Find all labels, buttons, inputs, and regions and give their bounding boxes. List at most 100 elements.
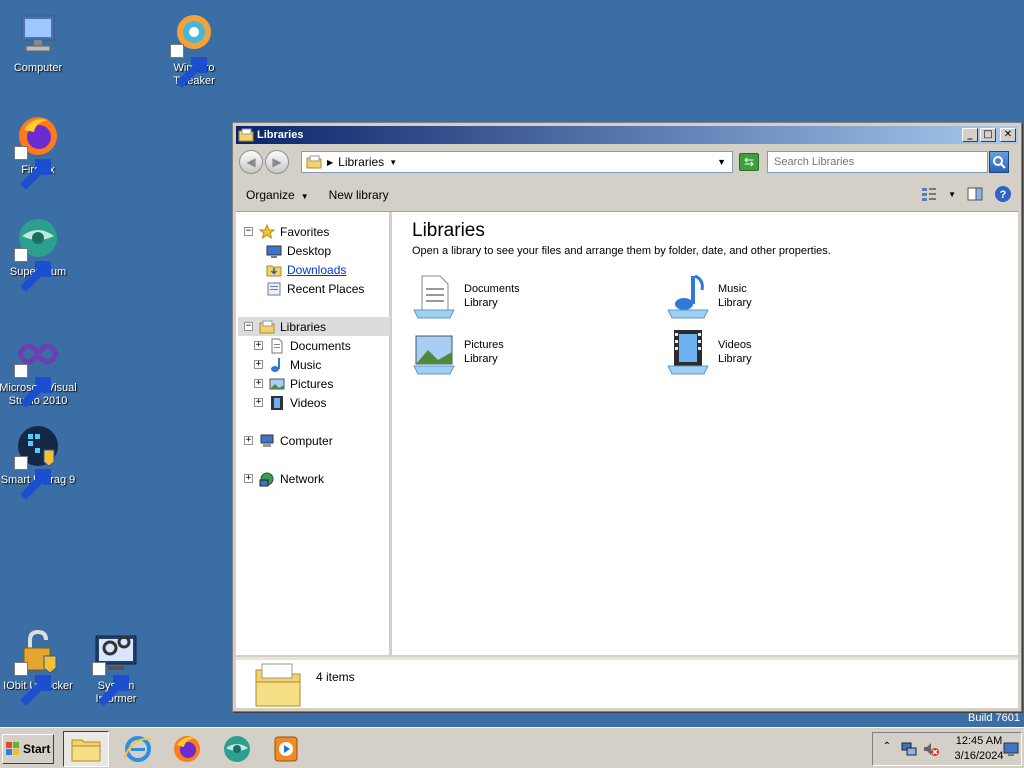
expand-icon[interactable]: + [244, 474, 253, 483]
shortcut-arrow-icon [14, 364, 51, 408]
supermium-icon [14, 214, 62, 292]
taskbar-firefox[interactable] [164, 731, 210, 767]
documents-library-icon [410, 272, 458, 320]
address-dropdown-icon[interactable]: ▼ [717, 157, 726, 167]
desktop-icon-supermium[interactable]: Supermium [0, 214, 78, 292]
desktop-icon-iobit-unlocker[interactable]: IObit Unlocker [0, 628, 78, 706]
item-count: 4 items [316, 670, 355, 684]
library-pictures[interactable]: Pictures Library [410, 328, 504, 376]
expand-icon[interactable]: + [254, 379, 263, 388]
music-note-icon [269, 357, 285, 373]
internet-explorer-icon [124, 736, 152, 762]
search-button[interactable] [989, 151, 1009, 173]
expand-icon[interactable]: + [254, 398, 263, 407]
nav-computer[interactable]: + Computer [244, 431, 333, 450]
nav-music[interactable]: + Music [254, 355, 321, 374]
pictures-library-icon [410, 328, 458, 376]
back-button[interactable]: ◀ [239, 150, 263, 174]
pictures-icon [269, 376, 285, 392]
expand-icon[interactable]: + [244, 436, 253, 445]
nav-recent-places[interactable]: Recent Places [266, 279, 364, 298]
show-desktop-icon[interactable] [1003, 741, 1019, 757]
taskbar-internet-explorer[interactable] [115, 731, 161, 767]
volume-muted-icon[interactable] [923, 741, 939, 757]
minimize-button[interactable]: _ [962, 128, 978, 142]
nav-desktop[interactable]: Downloads Desktop [266, 241, 331, 260]
library-documents[interactable]: Documents Library [410, 272, 520, 320]
forward-button[interactable]: ▶ [265, 150, 289, 174]
network-status-icon[interactable] [901, 741, 917, 757]
nav-network-label: Network [280, 471, 325, 486]
nav-pictures[interactable]: + Pictures [254, 374, 333, 393]
view-options-chevron-icon[interactable]: ▼ [948, 190, 956, 199]
organize-button[interactable]: Organize ▼ [236, 183, 319, 207]
shortcut-arrow-icon [14, 248, 51, 292]
navigation-pane[interactable]: − Favorites Downloads Desktop Downloads … [236, 212, 392, 655]
documents-icon [269, 338, 285, 354]
maximize-button[interactable]: □ [980, 128, 996, 142]
address-bar[interactable]: ▶ Libraries ▼ ▼ [301, 151, 733, 173]
expand-icon[interactable]: + [254, 360, 263, 369]
nav-downloads[interactable]: Downloads [266, 260, 346, 279]
expand-icon[interactable]: + [254, 341, 263, 350]
desktop-icon-system-informer[interactable]: System Informer [76, 628, 156, 706]
nav-network[interactable]: + Network [244, 469, 324, 488]
new-library-button[interactable]: New library [319, 183, 399, 207]
smart-defrag-icon [14, 422, 62, 500]
nav-documents[interactable]: + Documents [254, 336, 351, 355]
taskbar-explorer[interactable] [63, 731, 109, 767]
desktop-icon-computer[interactable]: Computer [0, 10, 78, 75]
iobit-unlocker-icon [14, 628, 62, 706]
nav-libraries-label: Libraries [280, 319, 327, 334]
shortcut-arrow-icon [170, 44, 207, 88]
breadcrumb-libraries[interactable]: Libraries [338, 155, 384, 169]
main-pane: Libraries Open a library to see your fil… [396, 212, 1018, 655]
nav-videos[interactable]: + Videos [254, 393, 326, 412]
desktop-icon-visual-studio[interactable]: Microsoft Visual Studio 2010 [0, 330, 78, 408]
address-toolbar: ◀ ▶ ▶ Libraries ▼ ▼ ⇆ [236, 147, 1018, 177]
start-button[interactable]: Start [2, 734, 54, 764]
nav-downloads-label: Downloads [287, 262, 347, 277]
search-input[interactable] [767, 151, 988, 173]
collapse-icon[interactable]: − [244, 322, 253, 331]
taskbar: Start ⌃ 12:45 AM 3/16/2024 [0, 727, 1024, 768]
desktop-icon-winaero-tweaker[interactable]: Winaero Tweaker [154, 10, 234, 88]
explorer-window[interactable]: Libraries _ □ ✕ ◀ ▶ ▶ Libraries ▼ ▼ ⇆ Or… [232, 122, 1022, 712]
close-button[interactable]: ✕ [1000, 128, 1016, 142]
shortcut-arrow-icon [14, 456, 51, 500]
taskbar-supermium[interactable] [214, 731, 260, 767]
shortcut-arrow-icon [14, 146, 51, 190]
network-icon [259, 471, 275, 487]
visual-studio-icon [14, 330, 62, 408]
breadcrumb-separator-icon[interactable]: ▶ [327, 158, 333, 167]
library-music[interactable]: Music Library [664, 272, 752, 320]
nav-libraries[interactable]: − Libraries [238, 317, 390, 336]
window-titlebar[interactable]: Libraries _ □ ✕ [236, 126, 1018, 144]
preview-pane-icon[interactable] [966, 185, 984, 203]
clock[interactable]: 12:45 AM 3/16/2024 [949, 734, 1009, 764]
taskbar-media-player[interactable] [262, 731, 308, 767]
nav-favorites-label: Favorites [280, 224, 330, 239]
firefox-icon [14, 112, 62, 190]
desktop-icon [266, 243, 282, 259]
library-type: Library [718, 353, 752, 365]
change-view-icon[interactable] [920, 185, 938, 203]
desktop-icon-firefox[interactable]: Firefox [0, 112, 78, 190]
forward-arrow-icon: ▶ [272, 155, 282, 169]
collapse-icon[interactable]: − [244, 227, 253, 236]
window-title: Libraries [257, 129, 304, 141]
show-hidden-icons-chevron-icon[interactable]: ⌃ [879, 741, 895, 757]
nav-favorites[interactable]: − Favorites [244, 222, 329, 241]
page-title: Libraries [412, 220, 485, 241]
libraries-folder-icon [306, 154, 322, 170]
start-label: Start [23, 742, 51, 756]
help-icon[interactable]: ? [994, 185, 1012, 203]
windows-logo-icon [6, 742, 19, 755]
refresh-button[interactable]: ⇆ [739, 153, 759, 171]
recent-places-icon [266, 281, 282, 297]
breadcrumb-chevron-icon[interactable]: ▼ [389, 158, 397, 167]
desktop-icon-smart-defrag[interactable]: Smart Defrag 9 [0, 422, 78, 500]
organize-label: Organize [246, 188, 295, 202]
library-videos[interactable]: Videos Library [664, 328, 752, 376]
new-library-label: New library [328, 188, 389, 202]
